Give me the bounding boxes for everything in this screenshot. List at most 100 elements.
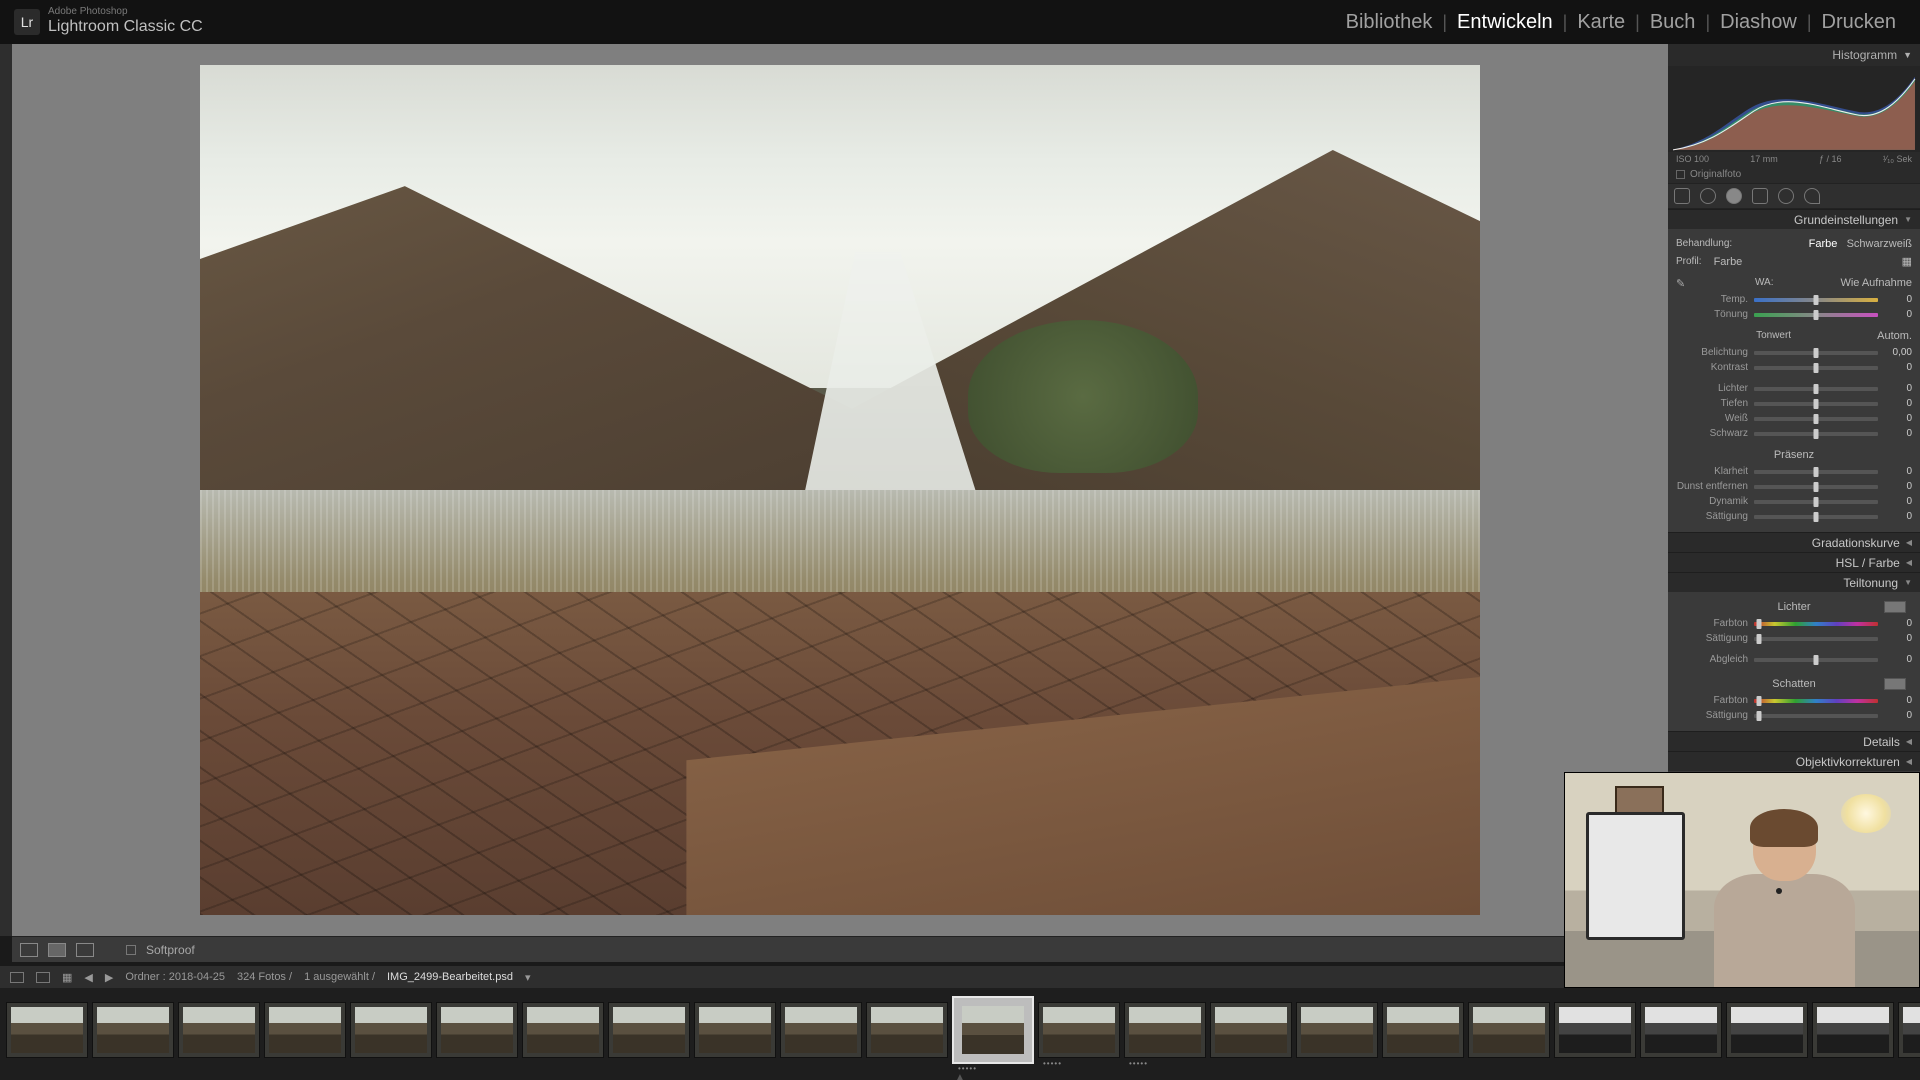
left-panel-collapsed[interactable] [0,44,12,936]
filmstrip-thumb[interactable] [1640,1002,1722,1058]
treatment-bw[interactable]: Schwarzweiß [1847,238,1912,250]
slider-track[interactable] [1754,402,1878,406]
split-shadow-swatch[interactable] [1884,678,1906,690]
slider-value[interactable]: 0 [1884,633,1912,644]
filmstrip-thumb[interactable] [522,1002,604,1058]
crop-tool-icon[interactable] [1674,188,1690,204]
slider-track[interactable] [1754,622,1878,626]
slider-track[interactable] [1754,351,1878,355]
filmstrip-thumb[interactable] [1210,1002,1292,1058]
slider-track[interactable] [1754,699,1878,703]
bottom-grip[interactable]: ▲ [940,1072,980,1080]
auto-tone-button[interactable]: Autom. [1877,330,1912,342]
grid-toggle-icon[interactable]: ▦ [62,971,72,984]
original-photo-checkbox[interactable]: Originalfoto [1668,166,1920,183]
slider-track[interactable] [1754,637,1878,641]
filmstrip-thumb[interactable] [608,1002,690,1058]
slider-value[interactable]: 0 [1884,294,1912,305]
slider-track[interactable] [1754,485,1878,489]
filmstrip-thumb[interactable]: ••••• [1038,1002,1120,1058]
filmstrip-thumb[interactable] [694,1002,776,1058]
slider-track[interactable] [1754,417,1878,421]
filmstrip-thumb[interactable] [436,1002,518,1058]
loupe-view[interactable] [12,44,1668,936]
filmstrip-thumb[interactable] [264,1002,346,1058]
histogram-header[interactable]: Histogramm▼ [1668,44,1920,66]
filmstrip-thumb[interactable] [1554,1002,1636,1058]
grad-filter-icon[interactable] [1752,188,1768,204]
basic-panel-header[interactable]: Grundeinstellungen▼ [1668,209,1920,229]
compare-view-button[interactable] [76,943,94,957]
profile-grid-icon[interactable]: ▦ [1902,255,1912,268]
slider-track[interactable] [1754,432,1878,436]
detail-panel-header[interactable]: Details◀ [1668,731,1920,751]
second-window-icon[interactable] [10,972,24,983]
slider-track[interactable] [1754,515,1878,519]
softproof-checkbox[interactable] [126,945,136,955]
slider-value[interactable]: 0 [1884,309,1912,320]
filmstrip-thumb[interactable] [1898,1002,1920,1058]
filmstrip-thumb[interactable] [866,1002,948,1058]
filmstrip-thumb[interactable] [1296,1002,1378,1058]
slider-value[interactable]: 0 [1884,481,1912,492]
wb-eyedropper-icon[interactable]: ✎ [1676,277,1688,289]
filename-menu-icon[interactable]: ▾ [525,971,531,984]
slider-value[interactable]: 0 [1884,496,1912,507]
slider-track[interactable] [1754,298,1878,302]
slider-value[interactable]: 0,00 [1884,347,1912,358]
before-after-button[interactable] [48,943,66,957]
filmstrip-thumb[interactable] [350,1002,432,1058]
spot-tool-icon[interactable] [1700,188,1716,204]
filmstrip-thumb[interactable] [6,1002,88,1058]
redeye-tool-icon[interactable] [1726,188,1742,204]
histogram[interactable] [1668,66,1920,152]
tonecurve-panel-header[interactable]: Gradationskurve◀ [1668,532,1920,552]
slider-value[interactable]: 0 [1884,413,1912,424]
slider-value[interactable]: 0 [1884,466,1912,477]
splittone-panel-header[interactable]: Teiltonung▼ [1668,572,1920,592]
grid-view-icon[interactable] [36,972,50,983]
wb-preset[interactable]: Wie Aufnahme [1840,277,1912,289]
filmstrip-thumb[interactable] [1812,1002,1894,1058]
split-balance-value[interactable]: 0 [1884,654,1912,665]
filmstrip-thumb[interactable] [1726,1002,1808,1058]
slider-value[interactable]: 0 [1884,710,1912,721]
back-nav-icon[interactable]: ◀ [84,971,92,984]
module-entwickeln[interactable]: Entwickeln [1447,11,1563,34]
filmstrip-thumb[interactable] [780,1002,862,1058]
filmstrip-thumb[interactable]: ••••• [1124,1002,1206,1058]
loupe-view-button[interactable] [20,943,38,957]
filmstrip[interactable]: ••••••••••••••• [0,988,1920,1080]
slider-track[interactable] [1754,366,1878,370]
slider-value[interactable]: 0 [1884,362,1912,373]
lens-panel-header[interactable]: Objektivkorrekturen◀ [1668,751,1920,771]
filmstrip-thumb[interactable] [92,1002,174,1058]
folder-path[interactable]: Ordner : 2018-04-25 [125,971,225,983]
slider-value[interactable]: 0 [1884,695,1912,706]
brush-tool-icon[interactable] [1804,188,1820,204]
slider-track[interactable] [1754,714,1878,718]
module-buch[interactable]: Buch [1640,11,1706,34]
radial-filter-icon[interactable] [1778,188,1794,204]
module-drucken[interactable]: Drucken [1812,11,1906,34]
treatment-color[interactable]: Farbe [1809,238,1838,250]
filmstrip-thumb[interactable] [1382,1002,1464,1058]
fwd-nav-icon[interactable]: ▶ [105,971,113,984]
filmstrip-thumb[interactable] [1468,1002,1550,1058]
slider-value[interactable]: 0 [1884,383,1912,394]
slider-value[interactable]: 0 [1884,511,1912,522]
split-high-swatch[interactable] [1884,601,1906,613]
module-karte[interactable]: Karte [1567,11,1635,34]
filmstrip-thumb[interactable] [178,1002,260,1058]
hsl-panel-header[interactable]: HSL / Farbe◀ [1668,552,1920,572]
module-bibliothek[interactable]: Bibliothek [1336,11,1443,34]
slider-value[interactable]: 0 [1884,618,1912,629]
slider-track[interactable] [1754,500,1878,504]
slider-track[interactable] [1754,387,1878,391]
slider-value[interactable]: 0 [1884,428,1912,439]
split-balance-slider[interactable] [1754,658,1878,662]
module-diashow[interactable]: Diashow [1710,11,1807,34]
profile-value[interactable]: Farbe [1708,256,1896,268]
filmstrip-thumb[interactable]: ••••• [952,996,1034,1064]
slider-track[interactable] [1754,470,1878,474]
